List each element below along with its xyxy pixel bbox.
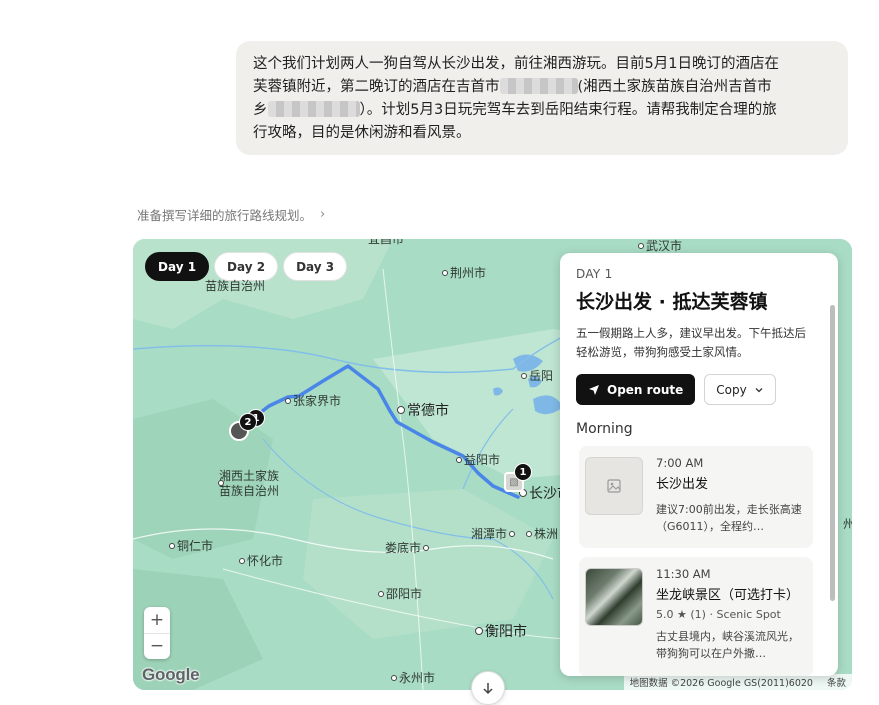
day-label: DAY 1 <box>576 267 613 281</box>
message-line-2-b: (湘西土家族苗族自治州吉首市 <box>577 79 772 95</box>
arrow-down-icon <box>483 683 493 695</box>
message-line-1: 这个我们计划两人一狗自驾从长沙出发，前往湘西游玩。目前5月1日晚订的酒店在 <box>253 56 779 72</box>
city-zhangjiajie: 张家界市 <box>285 392 341 409</box>
city-xiangtan: 湘潭市 <box>471 525 517 542</box>
tab-day-1[interactable]: Day 1 <box>145 252 210 281</box>
page: 这个我们计划两人一狗自驾从长沙出发，前往湘西游玩。目前5月1日晚订的酒店在 芙蓉… <box>0 0 879 705</box>
terms-link[interactable]: 条款 <box>827 675 846 689</box>
city-wuhan: 武汉市 <box>638 239 682 254</box>
panel-scrollbar[interactable] <box>830 305 835 601</box>
zoom-in-button[interactable]: + <box>144 607 170 633</box>
place-photo <box>585 568 643 626</box>
city-yiyang: 益阳市 <box>456 451 500 468</box>
city-yongzhou: 永州市 <box>391 669 435 686</box>
attribution-text: 地图数据 ©2026 Google GS(2011)6020 <box>629 678 813 689</box>
day-description: 五一假期路上人多，建议早出发。下午抵达后轻松游览，带狗狗感受土家风情。 <box>576 326 806 359</box>
item-text: 古丈县境内，峡谷溪流风光，带狗狗可以在户外撒… <box>656 630 799 660</box>
route-marker-start[interactable]: 1 <box>514 463 532 481</box>
star-icon: ★ <box>677 608 687 621</box>
city-hengyang: 衡阳市 <box>475 621 527 641</box>
rating-value: 5.0 <box>656 608 674 621</box>
city-huaihua: 怀化市 <box>239 552 283 569</box>
copy-label: Copy <box>716 382 747 397</box>
google-logo: Google <box>142 665 200 684</box>
message-line-2-a: 芙蓉镇附近，第二晚订的酒店在吉首市 <box>253 79 500 95</box>
message-line-2: 芙蓉镇附近，第二晚订的酒店在吉首市 (湘西土家族苗族自治州吉首市 <box>253 76 832 99</box>
route-marker-2[interactable]: 2 <box>239 413 257 431</box>
city-tongren: 铜仁市 <box>169 537 213 554</box>
copy-button[interactable]: Copy <box>704 374 776 405</box>
item-name: 长沙出发 <box>656 477 709 492</box>
redacted-text <box>499 78 578 94</box>
tab-day-3[interactable]: Day 3 <box>283 252 348 281</box>
section-morning: Morning <box>576 421 633 437</box>
panel-header: DAY 1 长沙出发 · 抵达芙蓉镇 五一假期路上人多，建议早出发。下午抵达后轻… <box>576 267 816 437</box>
message-line-3-b: ）。计划5月3日玩完驾车去到岳阳结束行程。请帮我制定合理的旅 <box>359 102 777 118</box>
item-text: 建议7:00前出发，走长张高速（G6011），全程约… <box>656 503 802 533</box>
message-line-4: 行攻略，目的是休闲游和看风景。 <box>253 125 471 141</box>
thinking-status[interactable]: 准备撰写详细的旅行路线规划。 › <box>137 205 325 224</box>
redacted-text <box>267 101 360 117</box>
day-title: 长沙出发 · 抵达芙蓉镇 <box>576 291 768 313</box>
itinerary-item[interactable]: 11:30 AM 坐龙峡景区（可选打卡） 5.0 ★ (1) · Scenic … <box>579 557 813 676</box>
city-label: 苗族自治州 <box>205 279 266 293</box>
place-category: Scenic Spot <box>716 608 781 621</box>
city-label: 州 <box>843 517 852 531</box>
city-jingzhou: 荆州市 <box>442 264 486 281</box>
city-dot <box>218 476 226 490</box>
user-message-bubble: 这个我们计划两人一狗自驾从长沙出发，前往湘西游玩。目前5月1日晚订的酒店在 芙蓉… <box>236 41 848 155</box>
panel-actions: Open route Copy <box>576 374 816 405</box>
city-changde: 常德市 <box>397 400 449 420</box>
itinerary-item[interactable]: 7:00 AM 长沙出发 建议7:00前出发，走长张高速（G6011），全程约… <box>579 446 813 548</box>
chevron-right-icon: › <box>320 207 326 222</box>
zoom-controls: + − <box>144 607 170 659</box>
navigation-arrow-icon <box>589 384 599 395</box>
open-route-label: Open route <box>607 382 684 397</box>
item-name: 坐龙峡景区（可选打卡） <box>656 588 800 603</box>
scroll-down-button[interactable] <box>471 671 505 705</box>
message-line-3-a: 乡 <box>253 102 268 118</box>
city-xiangxi: 湘西土家族 苗族自治州 <box>219 469 280 498</box>
image-placeholder-icon <box>585 457 643 515</box>
city-shaoyang: 邵阳市 <box>378 585 422 602</box>
item-time: 7:00 AM <box>656 456 704 470</box>
map-attribution: 地图数据 ©2026 Google GS(2011)6020 条款 <box>623 674 852 690</box>
zoom-out-button[interactable]: − <box>144 632 170 660</box>
message-line-3: 乡 ）。计划5月3日玩完驾车去到岳阳结束行程。请帮我制定合理的旅 <box>253 99 832 122</box>
item-meta: 5.0 ★ (1) · Scenic Spot <box>656 608 781 621</box>
itinerary-panel: DAY 1 长沙出发 · 抵达芙蓉镇 五一假期路上人多，建议早出发。下午抵达后轻… <box>560 253 838 676</box>
city-label: 宜昌市 <box>368 239 405 246</box>
city-yueyang: 岳阳 <box>521 367 553 384</box>
city-zhuzhou: 株洲 <box>526 525 558 542</box>
review-count: (1) <box>690 608 706 621</box>
status-text: 准备撰写详细的旅行路线规划。 <box>137 208 313 223</box>
city-loudi: 娄底市 <box>385 539 431 556</box>
open-route-button[interactable]: Open route <box>576 374 696 405</box>
chevron-down-icon <box>755 387 763 392</box>
item-time: 11:30 AM <box>656 567 711 581</box>
